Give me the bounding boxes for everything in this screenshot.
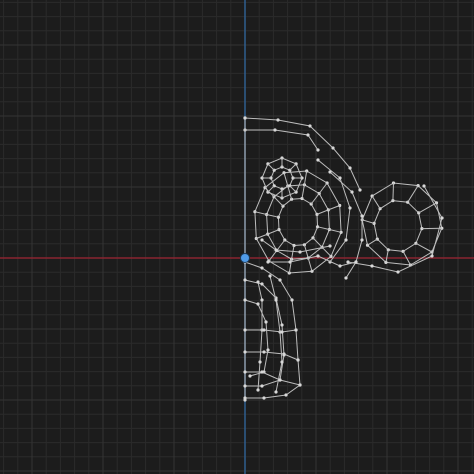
mesh-edge	[245, 351, 299, 361]
mesh-vertex	[260, 298, 264, 302]
mesh-vertex	[258, 360, 262, 364]
mesh-vertex	[266, 260, 270, 264]
mesh-vertex	[260, 370, 264, 374]
mesh-vertex	[354, 260, 358, 264]
grid-minor-lines	[0, 0, 474, 474]
mesh-vertex	[256, 302, 260, 306]
mesh-vertex	[316, 254, 320, 258]
object-origin-icon[interactable]	[240, 253, 250, 263]
mesh-edge	[245, 129, 319, 151]
mesh-vertex	[264, 320, 268, 324]
mesh-vertex	[306, 133, 310, 137]
mesh-vertex	[298, 383, 302, 387]
mesh-vertex	[360, 214, 364, 218]
mesh-edge	[318, 182, 328, 194]
mesh-vertex	[290, 298, 294, 302]
mesh-vertex	[273, 128, 277, 132]
mesh-vertex	[280, 360, 284, 364]
mesh-vertex	[308, 124, 312, 128]
mesh-edge	[268, 250, 278, 262]
mesh-edge	[254, 211, 267, 215]
mesh-vertex	[280, 330, 284, 334]
mesh-vertex	[274, 248, 278, 252]
mesh-edge	[287, 185, 293, 200]
mesh-vertex	[262, 328, 266, 332]
mesh-vertex	[396, 270, 400, 274]
3d-viewport[interactable]	[0, 0, 474, 474]
mesh-edge	[407, 185, 419, 203]
mesh-edge	[256, 233, 268, 239]
mesh-edge	[276, 239, 286, 251]
mesh-edge	[371, 195, 381, 209]
mesh-vertex	[282, 352, 286, 356]
mesh-edge	[245, 329, 297, 333]
mesh-vertex	[274, 298, 278, 302]
mesh-edge	[317, 226, 330, 230]
mesh-vertex	[243, 396, 247, 400]
mesh-vertex	[243, 350, 247, 354]
mesh-vertex	[260, 238, 264, 242]
mesh-vertex	[268, 274, 272, 278]
mesh-edge	[307, 257, 313, 272]
mesh-vertex	[331, 146, 335, 150]
mesh-vertex	[260, 266, 264, 270]
mesh-vertex	[243, 116, 247, 120]
mesh-vertex	[350, 190, 354, 194]
mesh-vertex	[348, 206, 352, 210]
mesh-edge	[312, 237, 323, 248]
mesh-vertex	[296, 358, 300, 362]
mesh-vertex	[358, 188, 362, 192]
mesh-vertex	[370, 264, 374, 268]
mesh-vertex	[344, 276, 348, 280]
mesh-vertex	[262, 350, 266, 354]
mesh-vertex	[422, 184, 426, 188]
mesh-vertex	[288, 260, 292, 264]
mesh-vertex	[274, 390, 278, 394]
mesh-vertex	[276, 118, 280, 122]
mesh-vertex	[440, 216, 444, 220]
mesh-vertex	[243, 370, 247, 374]
grid-major-lines	[0, 0, 474, 474]
mesh-vertex	[360, 238, 364, 242]
mesh-vertex	[280, 323, 284, 327]
mesh-edge	[316, 209, 329, 215]
mesh-edge	[310, 193, 320, 205]
mesh-edge	[244, 299, 269, 377]
mesh-vertex	[298, 250, 302, 254]
mesh-vertex	[294, 328, 298, 332]
mesh-vertex	[243, 278, 247, 282]
mesh-vertex	[278, 378, 282, 382]
mesh-vertex	[338, 264, 342, 268]
mesh-vertex	[243, 328, 247, 332]
mesh-edge	[321, 246, 332, 257]
mesh-vertex	[316, 148, 320, 152]
mesh-vertex	[316, 158, 320, 162]
mesh-vertex	[243, 298, 247, 302]
mesh-vertex	[256, 280, 260, 284]
mesh-vertex	[248, 374, 252, 378]
mesh-edge	[245, 371, 301, 386]
mesh-vertex	[346, 260, 350, 264]
mesh-vertex	[328, 244, 332, 248]
mesh-vertex	[260, 282, 264, 286]
mesh-vertex	[344, 238, 348, 242]
mesh-vertex	[262, 396, 266, 400]
mesh-vertex	[338, 176, 342, 180]
mesh-edge	[289, 163, 297, 171]
mesh-vertex	[430, 254, 434, 258]
mesh-vertex	[266, 348, 270, 352]
mesh-vertex	[278, 278, 282, 282]
mesh-vertex	[243, 384, 247, 388]
mesh-edge	[392, 182, 394, 201]
mesh-vertex	[256, 388, 260, 392]
mesh-vertex	[260, 384, 264, 388]
mesh-edge	[291, 245, 295, 260]
mesh-vertex	[348, 166, 352, 170]
mesh-vertex	[284, 393, 288, 397]
